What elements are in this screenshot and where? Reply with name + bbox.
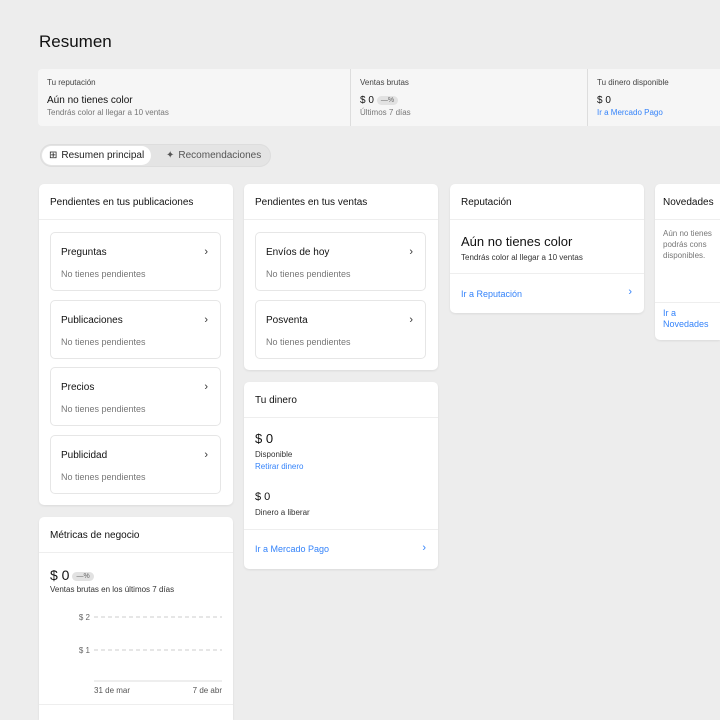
- label: Tu dinero disponible: [597, 78, 669, 87]
- reputation-sub: Tendrás color al llegar a 10 ventas: [461, 253, 583, 262]
- available-label: Disponible: [255, 450, 293, 459]
- item-title: Posventa: [266, 315, 308, 326]
- item-title: Precios: [61, 382, 95, 393]
- chevron-right-icon: ›: [409, 314, 413, 326]
- item-title: Publicaciones: [61, 315, 123, 326]
- withdraw-link[interactable]: Retirar dinero: [255, 462, 303, 471]
- mercado-pago-link[interactable]: Ir a Mercado Pago ›: [244, 530, 438, 569]
- x-tick: 7 de abr: [193, 686, 223, 695]
- sub: Tendrás color al llegar a 10 ventas: [47, 108, 169, 117]
- reputation-link[interactable]: Ir a Reputación ›: [450, 274, 644, 313]
- list-item-publicaciones[interactable]: Publicaciones › No tienes pendientes: [50, 300, 221, 359]
- summary-money: Tu dinero disponible $ 0 Ir a Mercado Pa…: [587, 69, 720, 126]
- publications-card: Pendientes en tus publicaciones Pregunta…: [39, 184, 233, 505]
- sales-chart: $ 2 $ 1 31 de mar 7 de abr: [79, 613, 223, 695]
- news-line: Aún no tienes: [663, 229, 712, 238]
- card-title: Pendientes en tus ventas: [244, 184, 438, 220]
- chevron-right-icon: ›: [204, 314, 208, 326]
- percent-badge: —%: [72, 571, 94, 581]
- label: Ventas brutas: [360, 78, 409, 87]
- reputation-value: Aún no tienes color: [461, 234, 573, 249]
- news-text: Aún no tienes podrás cons disponibles.: [663, 228, 716, 261]
- mercado-pago-link[interactable]: Ir a Mercado Pago: [597, 108, 720, 117]
- item-title: Preguntas: [61, 247, 107, 258]
- chevron-right-icon: ›: [628, 286, 632, 298]
- card-title: Novedades: [655, 184, 720, 220]
- tab-resumen-principal[interactable]: ⊞ Resumen principal: [42, 146, 152, 165]
- y-tick: $ 2: [79, 613, 91, 622]
- card-title: Tu dinero: [244, 382, 438, 418]
- news-line: disponibles.: [663, 251, 706, 260]
- link-label: Ir a Reputación: [461, 289, 523, 299]
- card-title: Reputación: [450, 184, 644, 220]
- tab-label: Resumen principal: [61, 150, 145, 161]
- item-sub: No tienes pendientes: [61, 269, 146, 279]
- summary-reputation[interactable]: Tu reputación Aún no tienes color Tendrá…: [38, 69, 350, 126]
- card-title: Métricas de negocio: [39, 517, 233, 553]
- chevron-right-icon: ›: [204, 449, 208, 461]
- metric-sub: Ventas brutas en los últimos 7 días: [50, 585, 175, 594]
- list-item-envios[interactable]: Envíos de hoy › No tienes pendientes: [255, 232, 426, 291]
- item-sub: No tienes pendientes: [266, 269, 351, 279]
- item-sub: No tienes pendientes: [266, 337, 351, 347]
- item-sub: No tienes pendientes: [61, 472, 146, 482]
- reputation-card: Reputación Aún no tienes color Tendrás c…: [450, 184, 644, 313]
- metric-value: $ 0: [50, 567, 70, 583]
- news-card: Novedades Aún no tienes podrás cons disp…: [655, 184, 720, 340]
- list-item-precios[interactable]: Precios › No tienes pendientes: [50, 367, 221, 426]
- page-title: Resumen: [39, 32, 112, 51]
- chevron-right-icon: ›: [422, 542, 426, 554]
- y-tick: $ 1: [79, 646, 91, 655]
- sub: Últimos 7 días: [360, 108, 411, 117]
- value: $ 0: [597, 95, 611, 106]
- grid-icon: ⊞: [49, 150, 58, 161]
- link-label: Ir a Mercado Pago: [255, 544, 330, 554]
- to-release-label: Dinero a liberar: [255, 508, 310, 517]
- sparkle-icon: ✦: [166, 150, 175, 161]
- list-item-preguntas[interactable]: Preguntas › No tienes pendientes: [50, 232, 221, 291]
- item-sub: No tienes pendientes: [61, 404, 146, 414]
- money-card: Tu dinero $ 0 Disponible Retirar dinero …: [244, 382, 438, 569]
- chevron-right-icon: ›: [204, 246, 208, 258]
- chevron-right-icon: ›: [409, 246, 413, 258]
- available-amount: $ 0: [255, 431, 274, 446]
- percent-badge: —%: [376, 95, 399, 105]
- summary-sales[interactable]: Ventas brutas $ 0 —% Últimos 7 días: [350, 69, 587, 126]
- value: Aún no tienes color: [47, 95, 133, 106]
- list-item-publicidad[interactable]: Publicidad › No tienes pendientes: [50, 435, 221, 494]
- x-tick: 31 de mar: [94, 686, 130, 695]
- summary-strip: Tu reputación Aún no tienes color Tendrá…: [38, 69, 720, 126]
- list-item-posventa[interactable]: Posventa › No tienes pendientes: [255, 300, 426, 359]
- card-title: Pendientes en tus publicaciones: [39, 184, 233, 220]
- item-title: Envíos de hoy: [266, 247, 330, 258]
- chevron-right-icon: ›: [204, 381, 208, 393]
- tab-label: Recomendaciones: [178, 150, 262, 161]
- tab-bar: ⊞ Resumen principal ✦ Recomendaciones: [40, 144, 271, 167]
- value: $ 0: [360, 95, 374, 106]
- label: Tu reputación: [47, 78, 96, 87]
- item-sub: No tienes pendientes: [61, 337, 146, 347]
- to-release-amount: $ 0: [255, 491, 271, 503]
- news-line: podrás cons: [663, 240, 707, 249]
- tab-recomendaciones[interactable]: ✦ Recomendaciones: [159, 146, 268, 165]
- news-link[interactable]: Ir a Novedades: [663, 308, 716, 330]
- item-title: Publicidad: [61, 450, 108, 461]
- sales-pending-card: Pendientes en tus ventas Envíos de hoy › N…: [244, 184, 438, 370]
- metrics-card: Métricas de negocio $ 0 —% Ventas brutas …: [39, 517, 233, 720]
